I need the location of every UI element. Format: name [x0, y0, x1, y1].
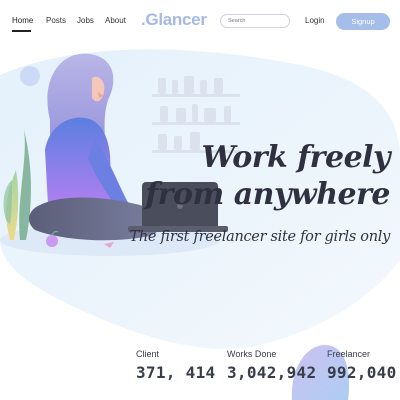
nav-link-about[interactable]: About	[105, 16, 126, 25]
hero-tagline: The first freelancer site for girls only	[129, 229, 390, 245]
site-logo[interactable]: .Glancer	[141, 10, 207, 30]
stat-label: Freelancer	[327, 349, 371, 359]
stat-label: Client	[136, 349, 160, 359]
nav-link-jobs[interactable]: Jobs	[77, 16, 94, 25]
stat-client: Client 371, 414	[136, 349, 215, 382]
stat-freelancer: Freelancer 992,040	[327, 349, 397, 382]
hero-headline-line1: Work freely	[201, 140, 390, 175]
search-input[interactable]	[220, 14, 290, 28]
nav-link-posts[interactable]: Posts	[46, 16, 66, 25]
nav-active-indicator	[12, 30, 31, 32]
hero-illustration	[0, 49, 400, 400]
stat-value: 3,042,942	[227, 363, 317, 382]
hero-headline-line2: from anywhere	[145, 177, 390, 212]
stat-value: 371, 414	[136, 363, 216, 382]
navbar: Home Posts Jobs About .Glancer Login Sig…	[0, 0, 400, 44]
login-link[interactable]: Login	[305, 16, 325, 25]
stat-value: 992,040	[327, 363, 397, 382]
stat-works-done: Works Done 3,042,942	[227, 349, 316, 382]
stat-label: Works Done	[227, 349, 277, 359]
nav-link-home[interactable]: Home	[12, 16, 33, 25]
signup-button[interactable]: Signup	[336, 13, 390, 30]
